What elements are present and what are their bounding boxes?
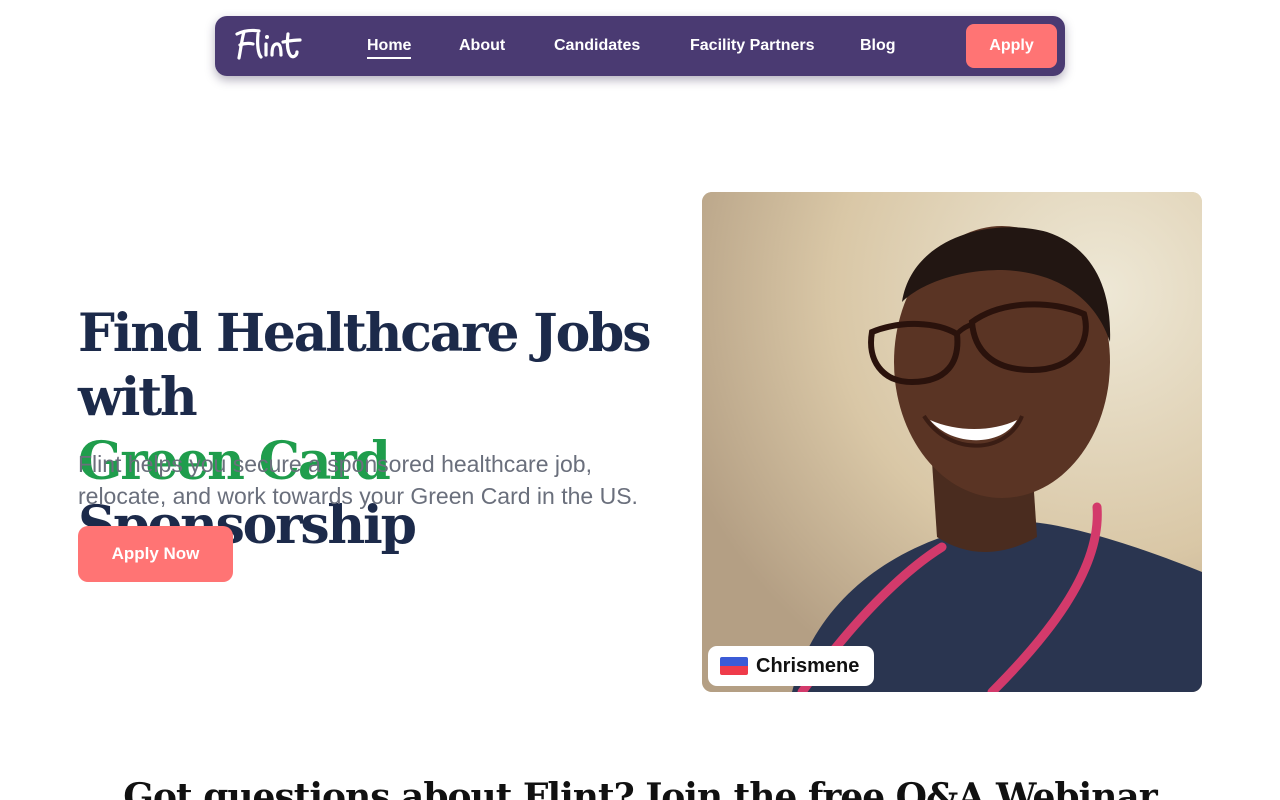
top-navbar: Home About Candidates Facility Partners … bbox=[215, 16, 1065, 76]
apply-now-button[interactable]: Apply Now bbox=[78, 526, 233, 582]
hero-title: Find Healthcare Jobs with Green Card Spo… bbox=[78, 302, 698, 558]
nav-link-home[interactable]: Home bbox=[367, 36, 412, 59]
nav-apply-button[interactable]: Apply bbox=[966, 24, 1057, 68]
nav-link-blog[interactable]: Blog bbox=[860, 36, 896, 56]
candidate-portrait-illustration bbox=[702, 192, 1202, 692]
candidate-name-tag: Chrismene bbox=[708, 646, 874, 686]
nav-link-facility-partners[interactable]: Facility Partners bbox=[690, 36, 815, 56]
flint-logo[interactable] bbox=[231, 24, 311, 68]
hero-candidate-photo bbox=[702, 192, 1202, 692]
candidate-name: Chrismene bbox=[756, 654, 860, 677]
hero-title-line1: Find Healthcare Jobs with bbox=[78, 303, 651, 428]
nav-link-about[interactable]: About bbox=[459, 36, 505, 56]
hero-subtitle: Flint helps you secure a sponsored healt… bbox=[78, 451, 638, 509]
nav-link-candidates[interactable]: Candidates bbox=[554, 36, 640, 56]
webinar-heading: Got questions about Flint? Join the free… bbox=[123, 776, 1157, 800]
haiti-flag-icon bbox=[720, 657, 748, 675]
